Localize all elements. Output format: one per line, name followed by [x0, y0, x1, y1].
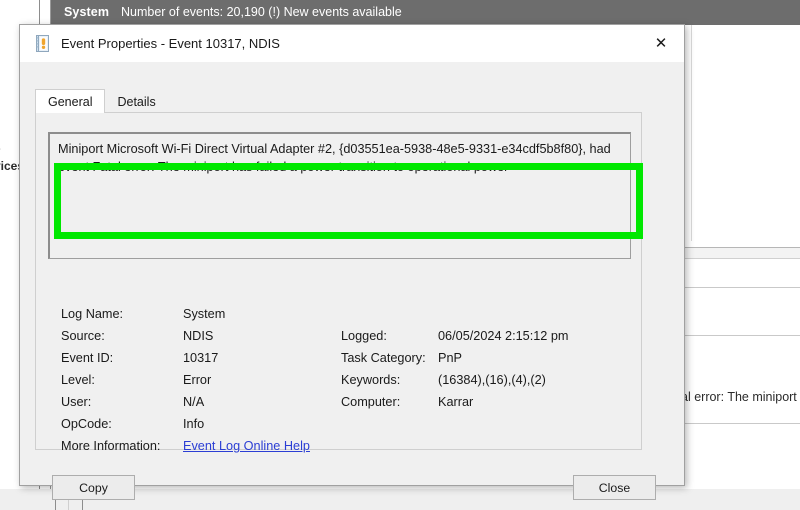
log-name-value: System: [183, 307, 225, 321]
opcode-value: Info: [183, 417, 204, 431]
event-id-label: Event ID:: [61, 351, 113, 365]
keywords-label: Keywords:: [341, 373, 400, 387]
task-category-label: Task Category:: [341, 351, 426, 365]
field-row-user: User: N/A Computer: Karrar: [61, 395, 641, 417]
field-row-more-information: More Information: Event Log Online Help: [61, 439, 641, 461]
event-properties-dialog: Event Properties - Event 10317, NDIS ✕ G…: [19, 24, 685, 486]
event-log-header: System Number of events: 20,190 (!) New …: [51, 0, 800, 25]
dialog-body: General Details Miniport Microsoft Wi-Fi…: [20, 62, 684, 485]
copy-button[interactable]: Copy: [52, 475, 135, 500]
close-button[interactable]: Close: [573, 475, 656, 500]
event-id-value: 10317: [183, 351, 218, 365]
field-row-level: Level: Error Keywords: (16384),(16),(4),…: [61, 373, 641, 395]
event-count-status: Number of events: 20,190 (!) New events …: [121, 5, 402, 19]
event-description-textbox[interactable]: Miniport Microsoft Wi-Fi Direct Virtual …: [48, 132, 631, 259]
tab-details[interactable]: Details: [105, 90, 167, 113]
logged-label: Logged:: [341, 329, 387, 343]
level-label: Level:: [61, 373, 95, 387]
tab-general[interactable]: General: [35, 89, 105, 113]
source-label: Source:: [61, 329, 105, 343]
opcode-label: OpCode:: [61, 417, 112, 431]
keywords-value: (16384),(16),(4),(2): [438, 373, 546, 387]
close-icon[interactable]: ✕: [638, 25, 684, 61]
dialog-title: Event Properties - Event 10317, NDIS: [61, 36, 280, 51]
event-description-text: Miniport Microsoft Wi-Fi Direct Virtual …: [58, 140, 622, 176]
field-row-log-name: Log Name: System: [61, 307, 641, 329]
event-properties-icon: [36, 35, 52, 52]
logged-value: 06/05/2024 2:15:12 pm: [438, 329, 569, 343]
log-name-label: System: [64, 5, 109, 19]
field-row-source: Source: NDIS Logged: 06/05/2024 2:15:12 …: [61, 329, 641, 351]
event-log-online-help-link[interactable]: Event Log Online Help: [183, 439, 310, 453]
tree-item-fragment-1: s: [0, 140, 1, 154]
user-label: User:: [61, 395, 91, 409]
tab-strip: General Details: [35, 89, 168, 113]
background-detail-text: al error: The miniport: [681, 390, 797, 404]
computer-label: Computer:: [341, 395, 400, 409]
dialog-titlebar[interactable]: Event Properties - Event 10317, NDIS ✕: [20, 25, 684, 62]
user-value: N/A: [183, 395, 204, 409]
field-row-event-id: Event ID: 10317 Task Category: PnP: [61, 351, 641, 373]
log-name-label: Log Name:: [61, 307, 123, 321]
computer-value: Karrar: [438, 395, 473, 409]
column-separator: [691, 25, 692, 241]
source-value: NDIS: [183, 329, 213, 343]
more-information-label: More Information:: [61, 439, 160, 453]
field-row-opcode: OpCode: Info: [61, 417, 641, 439]
level-value: Error: [183, 373, 211, 387]
task-category-value: PnP: [438, 351, 462, 365]
event-fields: Log Name: System Source: NDIS Logged: 06…: [61, 307, 641, 461]
